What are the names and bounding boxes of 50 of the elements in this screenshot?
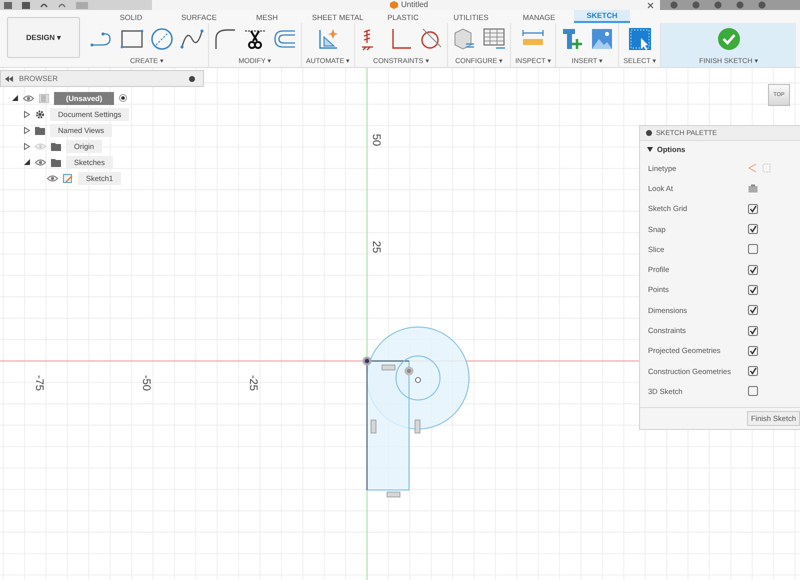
undo-icon[interactable] <box>40 2 48 8</box>
component-icon <box>39 94 49 102</box>
checkbox[interactable] <box>748 204 758 214</box>
circle-icon[interactable] <box>150 27 174 51</box>
window-title: Untitled <box>401 0 428 10</box>
gear-icon <box>35 110 45 118</box>
circle-tangent-icon[interactable] <box>419 27 444 51</box>
pin-plus-icon[interactable] <box>560 27 584 51</box>
checkbox[interactable] <box>748 366 758 376</box>
collapsed-arrow-icon[interactable] <box>24 110 30 118</box>
checkbox[interactable] <box>748 244 758 254</box>
table-swap-icon[interactable] <box>482 27 506 51</box>
axis-label: -75 <box>33 375 46 391</box>
palette-dot-icon[interactable] <box>646 130 652 136</box>
collapse-icon[interactable] <box>5 76 13 82</box>
coincident-point <box>404 366 414 376</box>
check-circle-icon[interactable] <box>716 27 741 51</box>
collapsed-arrow-icon[interactable] <box>24 126 30 134</box>
arc-corner-icon[interactable] <box>213 27 237 51</box>
axis-label: -25 <box>247 375 260 391</box>
expanded-arrow-icon[interactable] <box>647 146 653 152</box>
axis-label: 50 <box>370 134 382 146</box>
radio-selected-icon[interactable] <box>119 94 128 102</box>
selection-cursor-icon[interactable] <box>628 27 652 51</box>
checkbox[interactable] <box>748 386 758 396</box>
axis-label: -50 <box>140 375 152 391</box>
axis-label: 25 <box>370 240 382 254</box>
look-at-icon[interactable] <box>748 184 758 193</box>
checkbox[interactable] <box>748 224 758 234</box>
checkbox[interactable] <box>748 346 758 356</box>
center-point <box>415 377 421 383</box>
redo-icon[interactable] <box>58 2 66 8</box>
eye-icon[interactable] <box>47 174 58 182</box>
sketch-icon <box>63 174 73 182</box>
collapsed-arrow-icon[interactable] <box>24 142 30 150</box>
image-icon[interactable] <box>590 27 614 51</box>
close-icon[interactable] <box>647 2 654 8</box>
eye-icon[interactable] <box>35 158 46 166</box>
origin-point <box>362 356 372 366</box>
rectangle-icon[interactable] <box>120 27 144 51</box>
pin-dot-icon[interactable] <box>189 76 195 82</box>
checkbox[interactable] <box>748 284 758 295</box>
checkbox[interactable] <box>748 305 758 316</box>
spline-icon[interactable] <box>180 27 204 51</box>
cube-swap-icon[interactable] <box>452 27 476 51</box>
eye-icon[interactable] <box>23 94 34 102</box>
checkbox[interactable] <box>748 264 758 275</box>
checkbox[interactable] <box>748 326 758 336</box>
expanded-arrow-icon[interactable] <box>12 95 18 101</box>
expanded-arrow-icon[interactable] <box>24 159 30 165</box>
